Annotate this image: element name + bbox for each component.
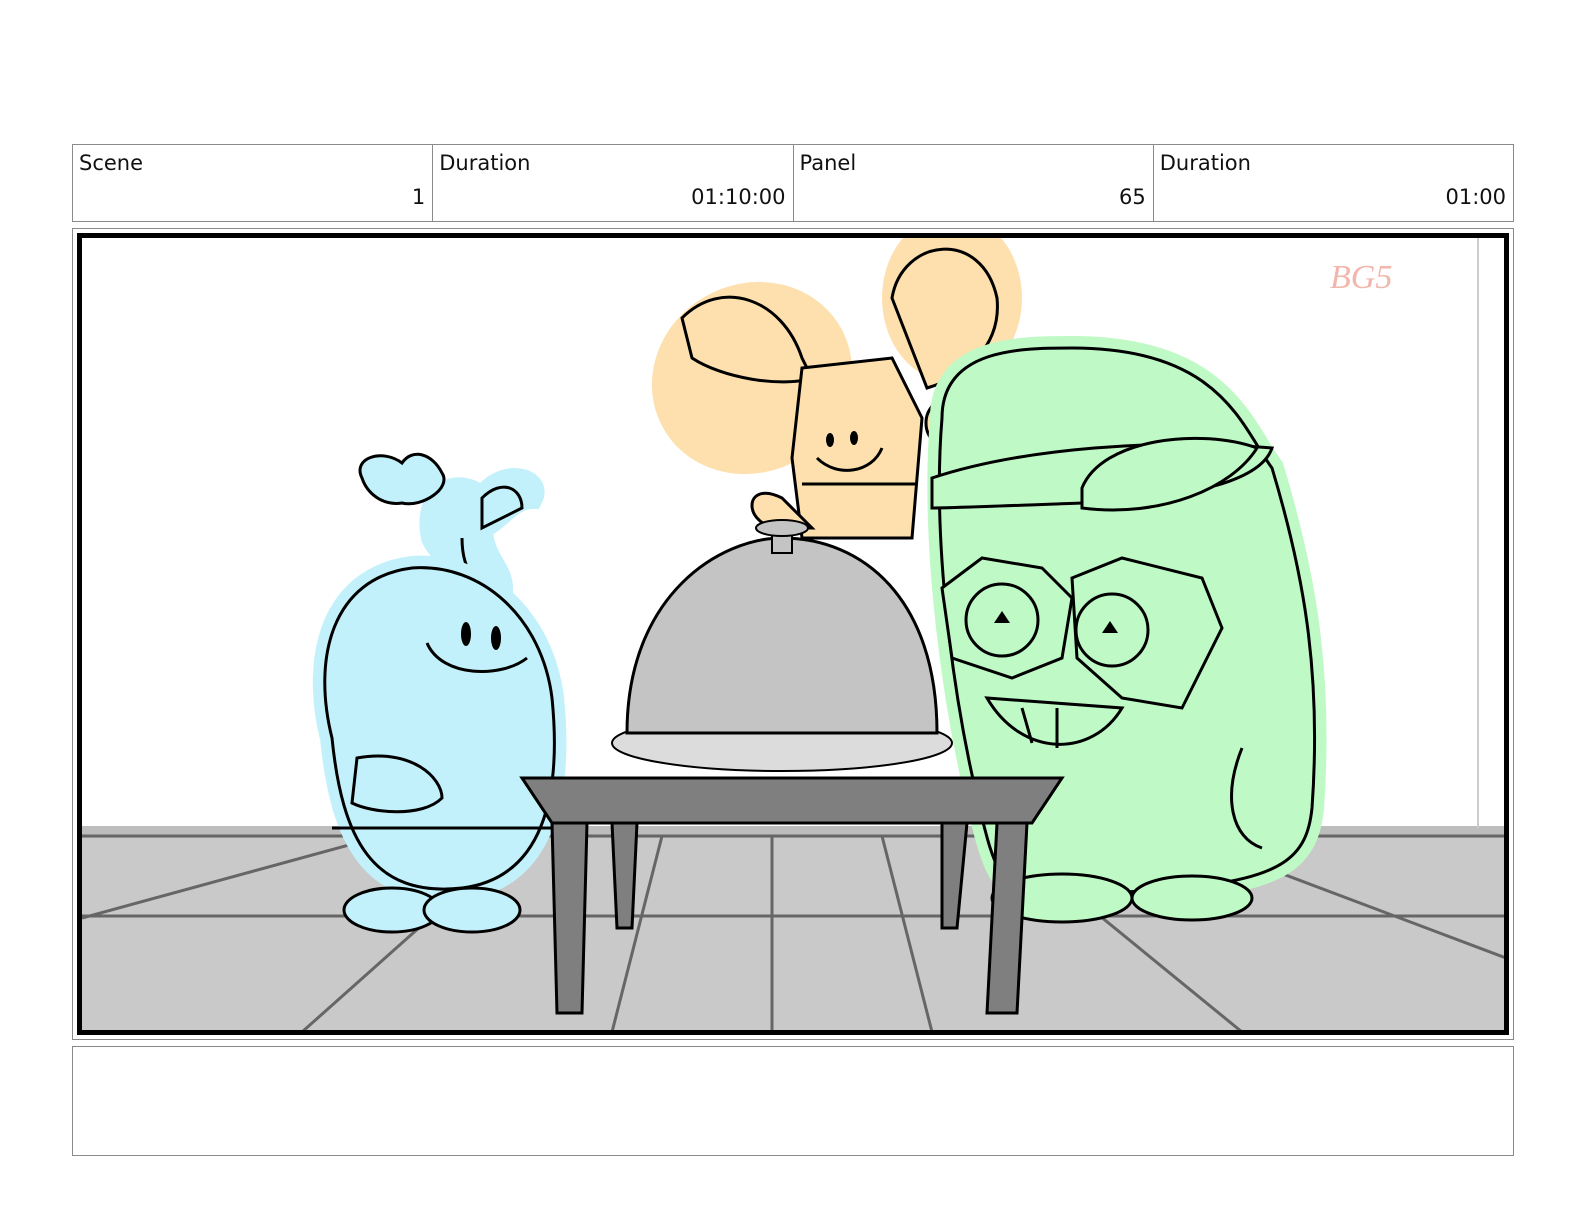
- panel-value: 65: [1119, 185, 1146, 209]
- panel-duration-value: 01:00: [1445, 185, 1506, 209]
- scene-duration-label: Duration: [439, 151, 531, 175]
- panel-label: Panel: [799, 151, 857, 175]
- storyboard-panel: BG5: [72, 228, 1514, 1040]
- scene-duration-cell: Duration 01:10:00: [433, 145, 794, 221]
- serving-cloche: [611, 519, 953, 772]
- scene-cell: Scene 1: [73, 145, 434, 221]
- scene-duration-value: 01:10:00: [691, 185, 786, 209]
- artist-initials: BG5: [1330, 259, 1392, 296]
- green-character: [927, 335, 1327, 924]
- storyboard-drawing: BG5: [82, 238, 1504, 1030]
- blue-character: [312, 452, 567, 934]
- scene-value: 1: [411, 185, 426, 209]
- scene-label: Scene: [79, 151, 144, 175]
- panel-cell: Panel 65: [794, 145, 1154, 221]
- panel-duration-cell: Duration 01:00: [1154, 145, 1513, 221]
- panel-duration-label: Duration: [1159, 151, 1251, 175]
- panel-image-frame: BG5: [77, 233, 1509, 1035]
- panel-info-header: Scene 1 Duration 01:10:00 Panel 65 Durat…: [72, 144, 1514, 222]
- panel-notes-box: [72, 1046, 1514, 1156]
